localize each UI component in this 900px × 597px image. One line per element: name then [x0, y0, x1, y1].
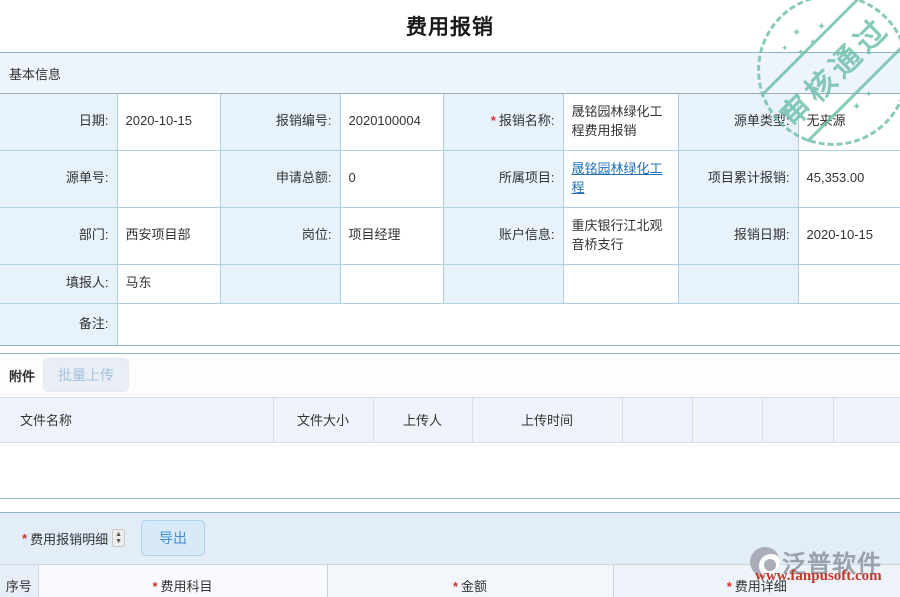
field-value-remark: [116, 302, 900, 346]
attach-col-empty: [832, 396, 900, 443]
field-value-source-type: 无来源: [797, 94, 900, 151]
detail-col-seq: 序号: [0, 563, 39, 597]
field-value-date: 2020-10-15: [116, 94, 221, 151]
field-label-post: 岗位:: [219, 206, 341, 265]
expense-detail-titlebar: * 费用报销明细 ▲ ▼ 导出: [0, 512, 900, 564]
field-value-account: 重庆银行江北观音桥支行: [562, 206, 679, 265]
field-value-apply-total: 0: [339, 149, 444, 208]
required-mark: *: [152, 579, 158, 594]
batch-upload-button[interactable]: 批量上传: [43, 358, 130, 392]
sort-desc-icon: ▼: [115, 538, 123, 545]
field-value-dept: 西安项目部: [116, 206, 221, 265]
attachments-toolbar: 附件 批量上传: [0, 353, 900, 397]
required-mark: *: [452, 579, 459, 594]
basic-info-section: 基本信息 日期: 2020-10-15 报销编号: 2020100004 * 报销…: [0, 52, 900, 346]
required-mark: *: [22, 530, 28, 546]
field-value-project: 晟铭园林绿化工程: [562, 149, 679, 208]
field-label-account: 账户信息:: [442, 206, 564, 265]
field-label-project-total: 项目累计报销:: [677, 149, 799, 208]
page-title: 费用报销: [406, 16, 494, 39]
field-label-name: * 报销名称:: [442, 94, 564, 151]
field-value-doc-no: 2020100004: [339, 94, 444, 151]
field-label-doc-no: 报销编号:: [219, 94, 341, 151]
expense-reimbursement-page: 费用报销 基本信息 日期: 2020-10-15 报销编号: 202010000…: [0, 0, 900, 597]
field-value-post: 项目经理: [339, 206, 444, 265]
attachments-header-row: 文件名称 文件大小 上传人 上传时间: [0, 396, 900, 443]
field-label-apply-total: 申请总额:: [219, 149, 341, 208]
basic-info-table: 日期: 2020-10-15 报销编号: 2020100004 * 报销名称: 晟…: [0, 94, 900, 346]
project-link[interactable]: 晟铭园林绿化工程: [572, 161, 663, 195]
empty-label-cell: [219, 263, 341, 304]
empty-value-cell: [797, 263, 900, 304]
required-mark: *: [490, 113, 496, 129]
field-value-source-no: [116, 149, 221, 208]
empty-value-cell: [562, 263, 679, 304]
empty-label-cell: [442, 263, 564, 304]
sort-asc-icon: ▲: [115, 531, 123, 538]
detail-col-subject: * 费用科目: [37, 563, 328, 597]
empty-value-cell: [339, 263, 444, 304]
field-label-source-type: 源单类型:: [677, 94, 799, 151]
attach-col-file-size: 文件大小: [272, 396, 374, 443]
field-label-project: 所属项目:: [442, 149, 564, 208]
attach-col-uploader: 上传人: [372, 396, 473, 443]
attach-col-file-name: 文件名称: [0, 396, 274, 443]
field-label-expense-date: 报销日期:: [677, 206, 799, 265]
required-mark: *: [726, 579, 732, 594]
detail-col-amount: * 金额: [326, 563, 614, 597]
attachments-label: 附件: [9, 368, 36, 384]
export-button[interactable]: 导出: [141, 520, 206, 556]
field-label-remark: 备注:: [0, 302, 118, 346]
field-value-expense-date: 2020-10-15: [797, 206, 900, 265]
field-label-dept: 部门:: [0, 206, 118, 265]
field-value-project-total: 45,353.00: [797, 149, 900, 208]
field-value-name: 晟铭园林绿化工程费用报销: [562, 94, 679, 151]
attach-col-empty: [761, 396, 834, 443]
expense-detail-header-row: 序号 * 费用科目 * 金额 * 费用详细: [0, 563, 900, 597]
field-label-date: 日期:: [0, 94, 118, 151]
expense-detail-section: * 费用报销明细 ▲ ▼ 导出 序号 * 费用科目 * 金额 * 费用详细: [0, 511, 900, 597]
empty-label-cell: [677, 263, 799, 304]
detail-col-detail: * 费用详细: [612, 563, 900, 597]
basic-info-header: 基本信息: [0, 53, 900, 94]
attach-col-empty: [691, 396, 763, 443]
expense-detail-title: 费用报销明细: [30, 531, 109, 547]
attachments-empty-body: [0, 442, 900, 498]
attach-col-empty: [621, 396, 693, 443]
field-label-filler: 填报人:: [0, 263, 118, 304]
attachments-section: 附件 批量上传 文件名称 文件大小 上传人 上传时间: [0, 352, 900, 499]
sort-toggle-icon[interactable]: ▲ ▼: [112, 529, 126, 547]
field-label-source-no: 源单号:: [0, 149, 118, 208]
attach-col-upload-time: 上传时间: [471, 396, 623, 443]
field-value-filler: 马东: [116, 263, 221, 304]
